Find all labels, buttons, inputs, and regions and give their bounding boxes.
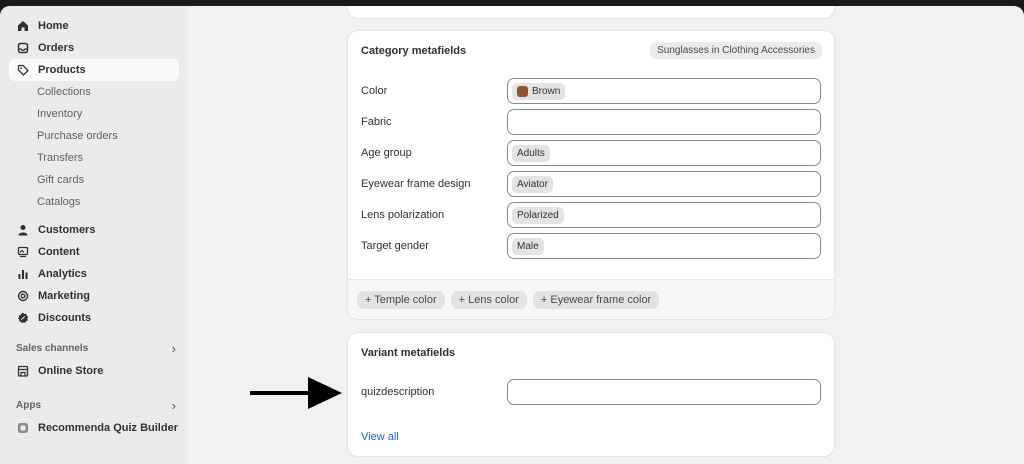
category-metafields-card: Category metafields Sunglasses in Clothi… <box>348 31 834 319</box>
nav-content-label: Content <box>38 246 80 258</box>
sales-channels-header[interactable]: Sales channels › <box>9 338 179 358</box>
target-gender-field[interactable]: Male <box>507 233 821 259</box>
view-all-link[interactable]: View all <box>361 431 399 443</box>
category-badge: Sunglasses in Clothing Accessories <box>650 42 822 59</box>
nav-analytics[interactable]: Analytics <box>9 263 179 285</box>
apps-title: Apps <box>16 399 41 411</box>
metafield-row-fabric: Fabric <box>361 109 821 135</box>
nav-home[interactable]: Home <box>9 15 179 37</box>
nav-orders[interactable]: Orders <box>9 37 179 59</box>
chevron-right-icon: › <box>171 397 176 413</box>
metafield-row-target-gender: Target gender Male <box>361 233 821 259</box>
metafield-label: quizdescription <box>361 386 435 398</box>
nav-inventory[interactable]: Inventory <box>9 103 179 125</box>
color-field[interactable]: Brown <box>507 78 821 104</box>
inbox-icon <box>17 42 29 54</box>
target-gender-pill[interactable]: Male <box>512 237 544 255</box>
discount-icon <box>17 312 29 324</box>
nav-collections[interactable]: Collections <box>9 81 179 103</box>
frame-design-pill[interactable]: Aviator <box>512 175 553 193</box>
add-temple-color-button[interactable]: + Temple color <box>357 290 445 309</box>
variant-metafields-card: Variant metafields quizdescription View … <box>348 333 834 456</box>
nav-products-label: Products <box>38 64 86 76</box>
nav-customers-label: Customers <box>38 224 96 236</box>
bar-chart-icon <box>17 268 29 280</box>
nav-catalogs[interactable]: Catalogs <box>9 191 179 213</box>
age-group-field[interactable]: Adults <box>507 140 821 166</box>
metafield-row-frame-design: Eyewear frame design Aviator <box>361 171 821 197</box>
lens-polarization-pill[interactable]: Polarized <box>512 206 564 224</box>
nav-recommenda-label: Recommenda Quiz Builder <box>38 422 178 434</box>
nav-online-store-label: Online Store <box>38 365 104 377</box>
nav-transfers[interactable]: Transfers <box>9 147 179 169</box>
tag-icon <box>17 64 29 76</box>
main-content: Category metafields Sunglasses in Clothi… <box>188 6 1024 464</box>
age-group-pill[interactable]: Adults <box>512 144 550 162</box>
nav-marketing-label: Marketing <box>38 290 90 302</box>
lens-polarization-field[interactable]: Polarized <box>507 202 821 228</box>
nav-discounts[interactable]: Discounts <box>9 307 179 329</box>
nav-analytics-label: Analytics <box>38 268 87 280</box>
metafield-label: Color <box>361 85 388 97</box>
nav-products[interactable]: Products <box>9 59 179 81</box>
nav-gift-cards[interactable]: Gift cards <box>9 169 179 191</box>
metafield-row-quizdescription: quizdescription <box>361 379 821 405</box>
nav-content[interactable]: Content <box>9 241 179 263</box>
app-icon <box>17 422 29 434</box>
color-value: Brown <box>532 85 561 97</box>
nav-customers[interactable]: Customers <box>9 219 179 241</box>
frame-design-field[interactable]: Aviator <box>507 171 821 197</box>
sidebar: Home Orders Products Collections Invento… <box>0 6 188 464</box>
person-icon <box>17 224 29 236</box>
category-metafields-title: Category metafields <box>361 45 467 57</box>
nav-online-store[interactable]: Online Store <box>9 360 179 382</box>
content-icon <box>17 246 29 258</box>
color-pill[interactable]: Brown <box>512 82 566 100</box>
nav-discounts-label: Discounts <box>38 312 92 324</box>
sales-channels-title: Sales channels <box>16 342 89 354</box>
target-icon <box>17 290 29 302</box>
color-swatch <box>517 85 528 97</box>
metafield-row-age-group: Age group Adults <box>361 140 821 166</box>
metafield-row-color: Color Brown <box>361 78 821 104</box>
chevron-right-icon: › <box>171 340 176 356</box>
nav-orders-label: Orders <box>38 42 75 54</box>
variant-metafields-title: Variant metafields <box>361 347 456 359</box>
nav-recommenda-app[interactable]: Recommenda Quiz Builder <box>9 417 179 439</box>
apps-header[interactable]: Apps › <box>9 395 179 415</box>
nav-purchase-orders[interactable]: Purchase orders <box>9 125 179 147</box>
fabric-field[interactable] <box>507 109 821 135</box>
add-eyewear-frame-color-button[interactable]: + Eyewear frame color <box>532 290 660 309</box>
metafield-label: Lens polarization <box>361 209 445 221</box>
nav-home-label: Home <box>38 20 69 32</box>
arrow-right-icon <box>250 377 342 409</box>
quizdescription-field[interactable] <box>507 379 821 405</box>
add-metafield-strip: + Temple color + Lens color + Eyewear fr… <box>348 279 834 319</box>
metafield-label: Age group <box>361 147 412 159</box>
previous-card <box>348 6 834 18</box>
admin-window: Home Orders Products Collections Invento… <box>0 6 1024 464</box>
metafield-label: Eyewear frame design <box>361 178 471 190</box>
home-icon <box>17 20 29 32</box>
nav-marketing[interactable]: Marketing <box>9 285 179 307</box>
add-lens-color-button[interactable]: + Lens color <box>450 290 527 309</box>
metafield-label: Target gender <box>361 240 429 252</box>
metafield-label: Fabric <box>361 116 392 128</box>
store-icon <box>17 365 29 377</box>
metafield-row-lens-polarization: Lens polarization Polarized <box>361 202 821 228</box>
